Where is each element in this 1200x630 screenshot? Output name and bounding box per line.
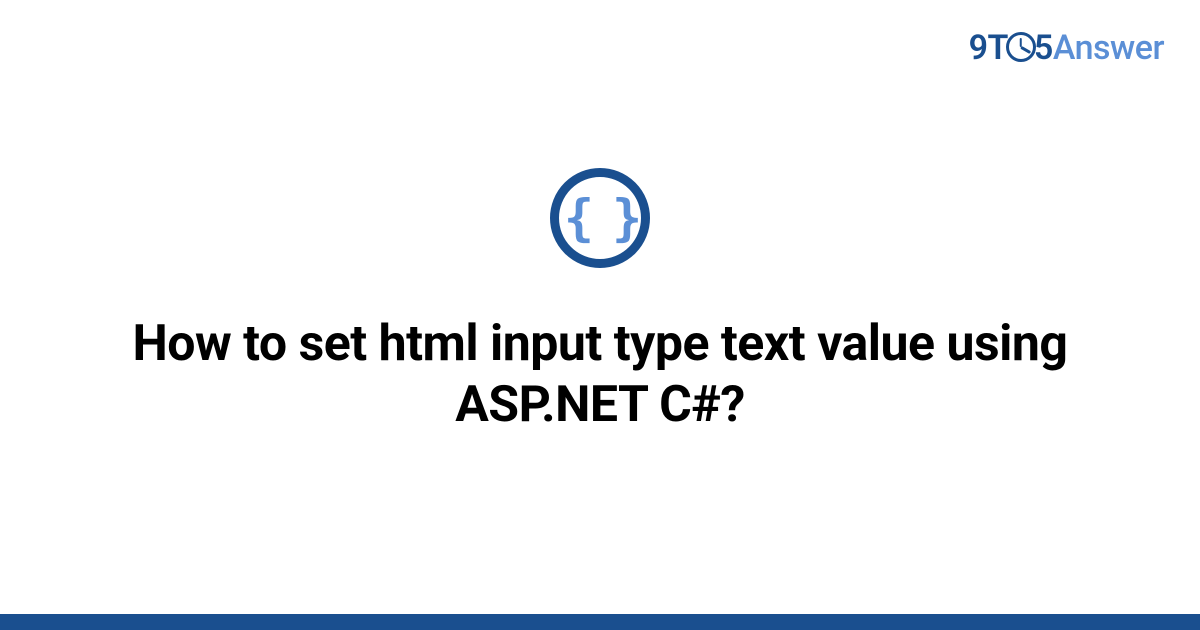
footer-accent-bar [0,614,1200,630]
clock-icon [1006,32,1036,62]
logo-text-answer: Answer [1053,28,1164,68]
logo-text-9t: 9T [969,28,1008,68]
logo-text-5: 5 [1034,28,1053,68]
content-area: { } How to set html input type text valu… [0,168,1200,436]
site-logo: 9T 5Answer [969,28,1164,68]
question-title: How to set html input type text value us… [80,314,1120,436]
code-braces-icon: { } [550,168,650,268]
brace-glyph: { } [564,193,636,243]
